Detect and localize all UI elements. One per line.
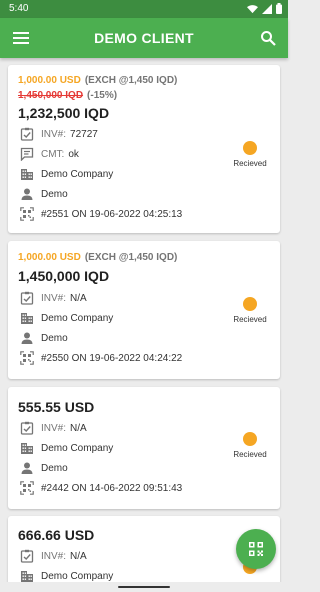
- invoice-row: INV#: N/A: [20, 549, 87, 563]
- clock: 5:40: [9, 3, 29, 14]
- invoice-value: 72727: [70, 128, 98, 140]
- system-icons: [247, 3, 282, 14]
- invoice-label: INV#:: [41, 550, 67, 562]
- status-indicator: Recieved: [230, 141, 270, 168]
- user-row: Demo: [20, 461, 68, 475]
- comment-label: CMT:: [41, 148, 65, 160]
- clipboard-check-icon: [20, 549, 34, 563]
- usd-line: 1,000.00 USD (EXCH @1,450 IQD): [18, 75, 177, 86]
- status-dot: [243, 432, 257, 446]
- discount-percent: (-15%): [87, 90, 118, 101]
- exchange-rate: (EXCH @1,450 IQD): [84, 75, 178, 86]
- invoice-row: INV#: 72727: [20, 127, 98, 141]
- qr-code-icon: [249, 542, 263, 556]
- status-bar: 5:40: [0, 0, 288, 18]
- company-row: Demo Company: [20, 569, 113, 582]
- status-label: Recieved: [233, 450, 267, 459]
- invoice-value: N/A: [70, 550, 87, 562]
- status-label: Recieved: [233, 159, 267, 168]
- user-name: Demo: [41, 462, 68, 474]
- qr-scan-icon: [20, 481, 34, 495]
- comment-row: CMT: ok: [20, 147, 79, 161]
- company-row: Demo Company: [20, 167, 113, 181]
- transaction-card[interactable]: 1,000.00 USD (EXCH @1,450 IQD) 1,450,000 …: [8, 241, 280, 379]
- invoice-label: INV#:: [41, 422, 67, 434]
- reference-text: #2550 ON 19-06-2022 04:24:22: [41, 352, 183, 364]
- clipboard-check-icon: [20, 127, 34, 141]
- scan-qr-button[interactable]: [236, 529, 276, 569]
- company-name: Demo Company: [41, 168, 114, 180]
- navigation-bar: [0, 582, 288, 592]
- status-label: Recieved: [233, 315, 267, 324]
- building-icon: [20, 167, 34, 181]
- invoice-row: INV#: N/A: [20, 291, 87, 305]
- status-indicator: Recieved: [230, 297, 270, 324]
- final-amount: 555.55 USD: [18, 399, 95, 415]
- user-name: Demo: [41, 332, 68, 344]
- status-dot: [243, 141, 257, 155]
- qr-scan-icon: [20, 351, 34, 365]
- comment-icon: [20, 147, 34, 161]
- reference-text: #2551 ON 19-06-2022 04:25:13: [41, 208, 183, 220]
- exchange-rate: (EXCH @1,450 IQD): [84, 252, 178, 263]
- home-handle[interactable]: [118, 586, 170, 588]
- usd-line: 1,000.00 USD (EXCH @1,450 IQD): [18, 252, 177, 263]
- user-name: Demo: [41, 188, 68, 200]
- battery-icon: [276, 3, 282, 14]
- original-amount: 1,450,000 IQD: [18, 90, 84, 101]
- original-line: 1,450,000 IQD (-15%): [18, 90, 117, 101]
- invoice-label: INV#:: [41, 292, 67, 304]
- reference-text: #2442 ON 14-06-2022 09:51:43: [41, 482, 183, 494]
- usd-amount: 1,000.00 USD: [18, 75, 81, 86]
- signal-icon: [262, 3, 272, 14]
- clipboard-check-icon: [20, 291, 34, 305]
- company-name: Demo Company: [41, 312, 114, 324]
- wifi-icon: [247, 4, 258, 13]
- reference-row: #2551 ON 19-06-2022 04:25:13: [20, 207, 182, 221]
- app-bar: DEMO CLIENT: [0, 18, 288, 58]
- reference-row: #2442 ON 14-06-2022 09:51:43: [20, 481, 182, 495]
- clipboard-check-icon: [20, 421, 34, 435]
- company-name: Demo Company: [41, 442, 114, 454]
- search-icon[interactable]: [260, 30, 276, 46]
- invoice-value: N/A: [70, 422, 87, 434]
- final-amount: 666.66 USD: [18, 527, 95, 543]
- page-title: DEMO CLIENT: [94, 30, 194, 46]
- person-icon: [20, 461, 34, 475]
- status-indicator: Recieved: [230, 432, 270, 459]
- final-amount: 1,232,500 IQD: [18, 105, 110, 121]
- final-amount: 1,450,000 IQD: [18, 268, 110, 284]
- qr-scan-icon: [20, 207, 34, 221]
- transaction-list[interactable]: 1,000.00 USD (EXCH @1,450 IQD) 1,450,000 …: [0, 58, 288, 582]
- user-row: Demo: [20, 331, 68, 345]
- status-dot: [243, 297, 257, 311]
- company-row: Demo Company: [20, 441, 113, 455]
- user-row: Demo: [20, 187, 68, 201]
- company-row: Demo Company: [20, 311, 113, 325]
- invoice-row: INV#: N/A: [20, 421, 87, 435]
- transaction-card[interactable]: 1,000.00 USD (EXCH @1,450 IQD) 1,450,000 …: [8, 65, 280, 233]
- building-icon: [20, 311, 34, 325]
- usd-amount: 1,000.00 USD: [18, 252, 81, 263]
- invoice-value: N/A: [70, 292, 87, 304]
- person-icon: [20, 187, 34, 201]
- comment-value: ok: [68, 148, 79, 160]
- reference-row: #2550 ON 19-06-2022 04:24:22: [20, 351, 182, 365]
- building-icon: [20, 441, 34, 455]
- transaction-card[interactable]: 555.55 USD INV#: N/A Demo Company Demo #2…: [8, 387, 280, 509]
- building-icon: [20, 569, 34, 582]
- person-icon: [20, 331, 34, 345]
- company-name: Demo Company: [41, 570, 114, 582]
- invoice-label: INV#:: [41, 128, 67, 140]
